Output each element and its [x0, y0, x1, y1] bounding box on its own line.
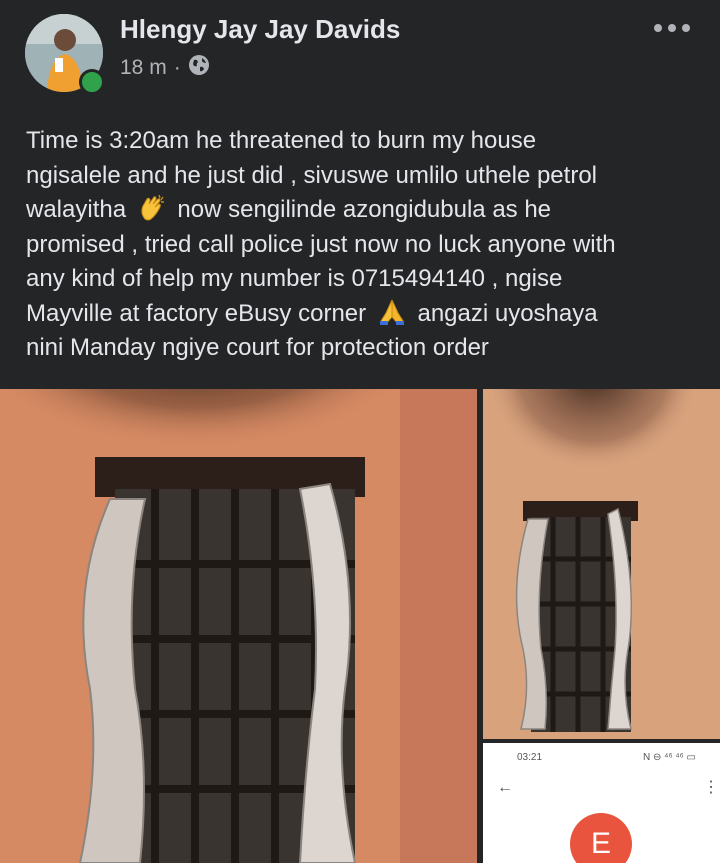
post-header: Hlengy Jay Jay Davids 18 m ·	[0, 0, 720, 110]
post-photo-grid: 03:21 N ⊖ ⁴⁶ ⁴⁶ ▭ ← ⋮ E	[0, 389, 720, 863]
folded-hands-emoji	[377, 297, 407, 327]
post-text-line: walayitha now sengilinde azongidubula as…	[26, 193, 706, 228]
post-text-line: ngisalele and he just did , sivuswe umli…	[26, 161, 597, 189]
post-text-line: nini Manday ngiye court for protection o…	[26, 334, 489, 361]
online-status-indicator	[79, 69, 105, 95]
meta-separator: ·	[173, 56, 181, 79]
clapping-hands-emoji	[137, 193, 167, 223]
post-timestamp[interactable]: 18 m	[120, 56, 167, 80]
globe-icon	[188, 54, 210, 82]
more-vertical-icon: ⋮	[703, 779, 719, 796]
post-author-name[interactable]: Hlengy Jay Jay Davids	[120, 14, 400, 45]
post-body-text: Time is 3:20am he threatened to burn my …	[26, 124, 706, 366]
more-horizontal-icon[interactable]	[652, 18, 692, 38]
phone-status-icons: N ⊖ ⁴⁶ ⁴⁶ ▭	[643, 752, 696, 763]
post-text-segment: Mayville at factory eBusy corner	[26, 299, 367, 327]
photo-phone-screenshot[interactable]: 03:21 N ⊖ ⁴⁶ ⁴⁶ ▭ ← ⋮ E	[483, 743, 720, 863]
post-text-line: Time is 3:20am he threatened to burn my …	[26, 127, 537, 154]
post-text-line: promised , tried call police just now no…	[26, 230, 616, 258]
photo-burned-window-large[interactable]	[0, 389, 477, 863]
post-text-line: any kind of help my number is 0715494140…	[26, 265, 563, 292]
post-meta: 18 m ·	[120, 54, 210, 82]
post-text-line: Mayville at factory eBusy corner angazi …	[26, 297, 706, 332]
contact-avatar: E	[570, 813, 632, 863]
post-text-segment: angazi uyoshaya	[417, 299, 598, 327]
phone-status-time: 03:21	[517, 752, 543, 763]
photo-burned-window-small[interactable]	[483, 389, 720, 739]
post-text-segment: walayitha	[26, 196, 127, 223]
post-text-segment: now sengilinde azongidubula as he	[177, 196, 552, 223]
back-arrow-icon: ←	[497, 779, 513, 796]
